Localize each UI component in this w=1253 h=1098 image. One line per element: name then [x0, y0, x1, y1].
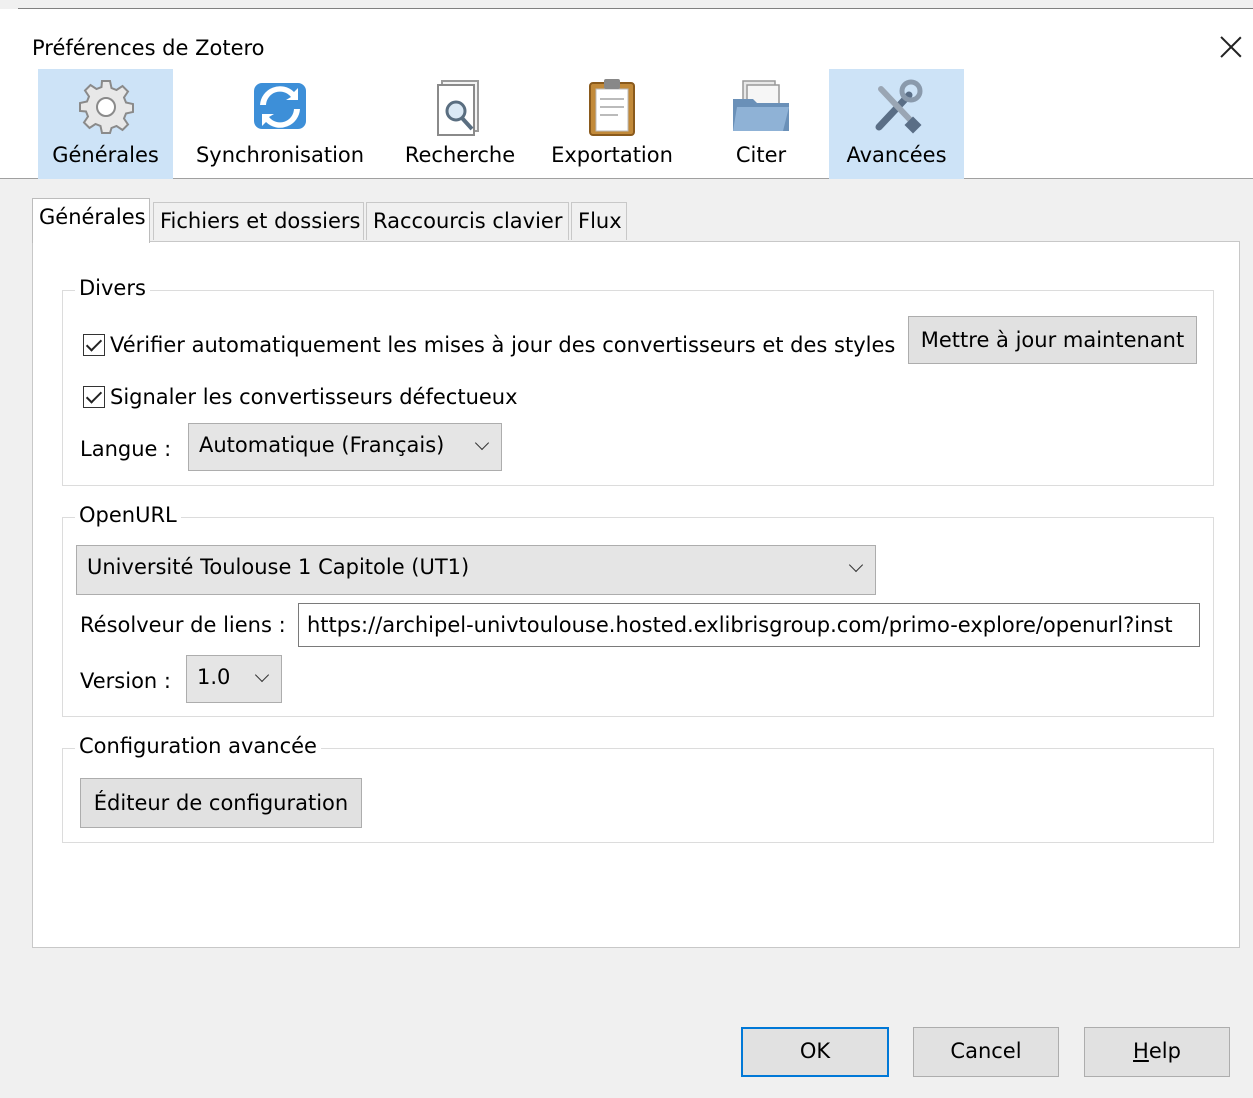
pane-label: Exportation [551, 143, 673, 167]
tab-fichiers-et-dossiers[interactable]: Fichiers et dossiers [153, 202, 364, 240]
resolver-input[interactable] [298, 603, 1200, 647]
language-select-value: Automatique (Français) [199, 433, 445, 457]
gear-icon [78, 80, 134, 134]
help-rest: elp [1148, 1039, 1181, 1063]
pane-avancees[interactable]: Avancées [829, 69, 964, 179]
auto-update-checkbox[interactable]: Vérifier automatiquement les mises à jou… [83, 333, 895, 357]
language-label: Langue : [80, 437, 172, 461]
version-select[interactable]: 1.0 [186, 655, 282, 703]
tools-icon [875, 79, 922, 134]
tab-raccourcis-clavier[interactable]: Raccourcis clavier [366, 202, 569, 240]
clipboard-icon [589, 79, 635, 136]
auto-update-label: Vérifier automatiquement les mises à jou… [110, 333, 896, 357]
pane-recherche[interactable]: Recherche [396, 69, 524, 179]
report-broken-checkbox[interactable]: Signaler les convertisseurs défectueux [83, 385, 518, 409]
pane-citer[interactable]: Citer [696, 69, 826, 179]
resolver-label: Résolveur de liens : [80, 613, 286, 637]
close-icon[interactable] [1217, 33, 1245, 61]
cancel-button[interactable]: Cancel [913, 1027, 1059, 1077]
tab-flux[interactable]: Flux [571, 202, 627, 240]
pane-label: Générales [52, 143, 159, 167]
group-openurl: OpenURL Université Toulouse 1 Capitole (… [62, 503, 1214, 717]
search-document-icon [437, 80, 479, 136]
tab-generales[interactable]: Générales [32, 198, 150, 243]
chevron-down-icon [474, 435, 490, 451]
help-button[interactable]: Help [1084, 1027, 1230, 1077]
openurl-resolver-select[interactable]: Université Toulouse 1 Capitole (UT1) [76, 545, 876, 595]
checkbox-checked-icon[interactable] [83, 386, 105, 408]
title-bar: Préférences de Zotero [0, 9, 1253, 69]
config-editor-button[interactable]: Éditeur de configuration [80, 778, 362, 828]
language-select[interactable]: Automatique (Français) [188, 423, 502, 471]
checkbox-checked-icon[interactable] [83, 334, 105, 356]
group-divers: Divers Vérifier automatiquement les mise… [62, 276, 1214, 486]
sync-icon [254, 83, 306, 129]
update-now-button[interactable]: Mettre à jour maintenant [908, 316, 1197, 364]
chevron-down-icon [848, 557, 864, 573]
openurl-resolver-select-value: Université Toulouse 1 Capitole (UT1) [87, 555, 470, 579]
pane-label: Avancées [846, 143, 947, 167]
pane-exportation[interactable]: Exportation [548, 69, 676, 179]
report-broken-label: Signaler les convertisseurs défectueux [110, 385, 518, 409]
help-mnemonic: H [1133, 1039, 1149, 1063]
pane-label: Recherche [404, 143, 516, 167]
group-legend-advanced-config: Configuration avancée [75, 734, 321, 758]
folder-icon [733, 80, 789, 131]
preferences-toolbar: Générales Synchronisation Recherche Expo [0, 69, 1253, 179]
tab-panel-generales: Divers Vérifier automatiquement les mise… [32, 241, 1240, 948]
version-label: Version : [80, 669, 171, 693]
ok-button[interactable]: OK [741, 1027, 889, 1077]
window-title: Préférences de Zotero [32, 36, 265, 60]
chevron-down-icon [254, 667, 270, 683]
pane-label: Synchronisation [195, 143, 365, 167]
group-legend-openurl: OpenURL [75, 503, 181, 527]
pane-synchronisation[interactable]: Synchronisation [188, 69, 372, 179]
group-legend-divers: Divers [75, 276, 150, 300]
pane-generales[interactable]: Générales [38, 69, 173, 179]
pane-label: Citer [735, 143, 787, 167]
group-advanced-config: Configuration avancée Éditeur de configu… [62, 734, 1214, 843]
version-select-value: 1.0 [197, 665, 231, 689]
